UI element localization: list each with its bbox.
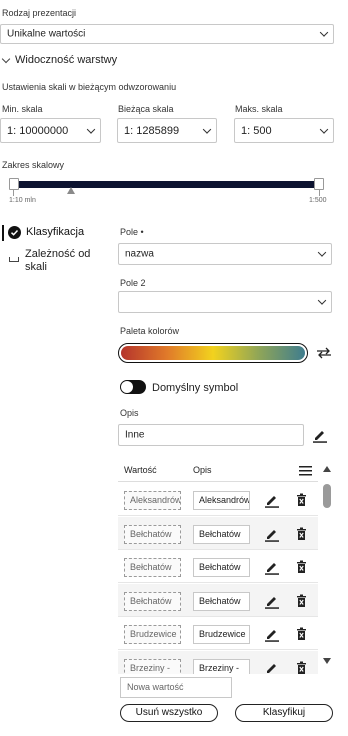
row-value: Brzeziny - <box>130 662 171 673</box>
trash-icon[interactable] <box>295 493 308 507</box>
symbol-swatch[interactable]: Brzeziny - <box>124 658 181 674</box>
table-scrollbar[interactable] <box>320 462 334 672</box>
symbol-swatch[interactable]: Bełchatów <box>124 591 181 611</box>
row-description-input[interactable]: Bełchatów <box>193 591 250 611</box>
new-value-input[interactable]: Nowa wartość <box>120 677 232 698</box>
row-value: Brudzewice <box>130 629 177 639</box>
table-row: Aleksandrów Aleksandrów <box>118 483 318 516</box>
symbol-swatch[interactable]: Bełchatów <box>124 558 181 577</box>
classify-button[interactable]: Klasyfikuj <box>235 704 333 722</box>
row-description: Aleksandrów <box>199 495 250 505</box>
symbol-swatch[interactable]: Brudzewice <box>124 625 181 644</box>
row-value: Aleksandrów <box>130 495 181 505</box>
trash-icon[interactable] <box>295 560 308 574</box>
scroll-down-icon[interactable] <box>323 658 331 664</box>
edit-pencil-icon[interactable] <box>264 526 280 542</box>
scroll-up-icon[interactable] <box>323 466 331 472</box>
table-body: Aleksandrów Aleksandrów Bełchatów Bełchatów… <box>0 0 348 674</box>
row-description-input[interactable]: Brzeziny - <box>193 658 250 674</box>
edit-pencil-icon[interactable] <box>264 492 280 508</box>
new-value-placeholder: Nowa wartość <box>127 682 184 692</box>
table-row: Brzeziny - Brzeziny - <box>118 650 318 675</box>
remove-all-button[interactable]: Usuń wszystko <box>120 704 218 722</box>
row-description: Brzeziny - <box>199 662 240 673</box>
row-description-input[interactable]: Bełchatów <box>193 524 250 544</box>
edit-pencil-icon[interactable] <box>264 626 280 642</box>
row-description-input[interactable]: Brudzewice <box>193 625 250 644</box>
symbol-swatch[interactable]: Aleksandrów <box>124 491 181 510</box>
edit-pencil-icon[interactable] <box>264 559 280 575</box>
row-value: Bełchatów <box>130 528 172 539</box>
trash-icon[interactable] <box>295 527 308 541</box>
row-description: Bełchatów <box>199 595 241 606</box>
row-value: Bełchatów <box>130 562 172 572</box>
edit-pencil-icon[interactable] <box>264 660 280 675</box>
trash-icon[interactable] <box>295 661 308 675</box>
row-description: Brudzewice <box>199 629 246 639</box>
row-description: Bełchatów <box>199 562 241 572</box>
table-row: Bełchatów Bełchatów <box>118 583 318 617</box>
trash-icon[interactable] <box>295 594 308 608</box>
row-description: Bełchatów <box>199 528 241 539</box>
table-row: Bełchatów Bełchatów <box>118 516 318 550</box>
scroll-thumb[interactable] <box>323 484 331 508</box>
table-row: Brudzewice Brudzewice <box>118 617 318 650</box>
edit-pencil-icon[interactable] <box>264 593 280 609</box>
symbol-swatch[interactable]: Bełchatów <box>124 524 181 544</box>
trash-icon[interactable] <box>295 627 308 641</box>
row-description-input[interactable]: Aleksandrów <box>193 491 250 510</box>
table-row: Bełchatów Bełchatów <box>118 550 318 583</box>
row-value: Bełchatów <box>130 595 172 606</box>
row-description-input[interactable]: Bełchatów <box>193 558 250 577</box>
